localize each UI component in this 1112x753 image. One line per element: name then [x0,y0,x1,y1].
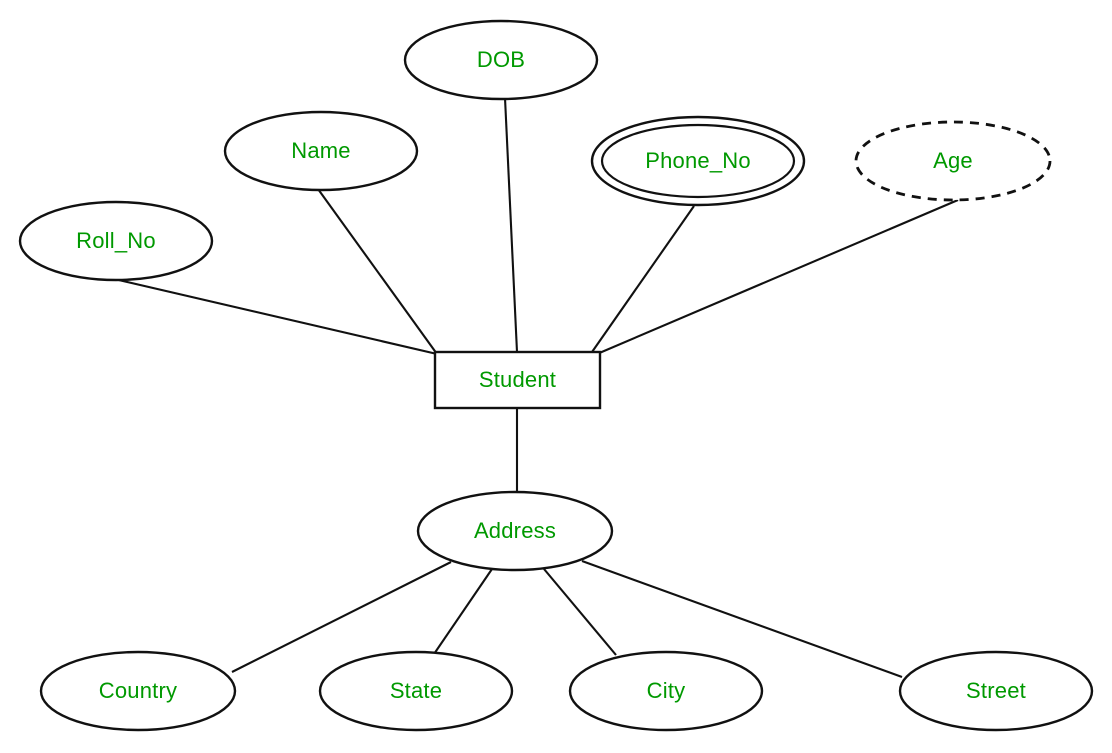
attribute-street-label: Street [966,678,1026,703]
edge-address-city [543,568,617,656]
entity-student[interactable]: Student [433,350,602,410]
attribute-state[interactable]: State [318,650,514,732]
attribute-street[interactable]: Street [898,650,1094,732]
entity-student-label: Student [479,367,556,392]
edge-roll-no [109,276,438,356]
edge-age [596,199,959,355]
attribute-country-label: Country [99,678,177,703]
attribute-age-label: Age [933,148,973,173]
attribute-dob-label: DOB [477,47,525,72]
edge-address-state [433,568,493,655]
attribute-name-label: Name [291,138,351,163]
attribute-age[interactable]: Age [854,120,1052,202]
attribute-state-label: State [390,678,442,703]
attribute-name[interactable]: Name [223,110,419,192]
attribute-city[interactable]: City [568,650,764,732]
attribute-roll_no[interactable]: Roll_No [18,200,214,282]
er-diagram-canvas: Student Roll_No Name DOB Phone_No Age Address C… [0,0,1112,753]
edge-phone-no [591,205,695,353]
attribute-city-label: City [647,678,686,703]
er-diagram-svg: Student Roll_No Name DOB Phone_No Age Address C… [18,19,1094,732]
attribute-address-label: Address [474,518,556,543]
attribute-roll_no-label: Roll_No [76,228,156,253]
attribute-phone_no[interactable]: Phone_No [590,115,806,207]
attribute-dob[interactable]: DOB [403,19,599,101]
nodes-layer: Student Roll_No Name DOB Phone_No Age Address C… [18,19,1094,732]
edge-dob [503,97,519,353]
attribute-phone_no-label: Phone_No [645,148,751,173]
attribute-country[interactable]: Country [39,650,237,732]
attribute-address[interactable]: Address [416,490,614,572]
edge-name [317,188,438,355]
